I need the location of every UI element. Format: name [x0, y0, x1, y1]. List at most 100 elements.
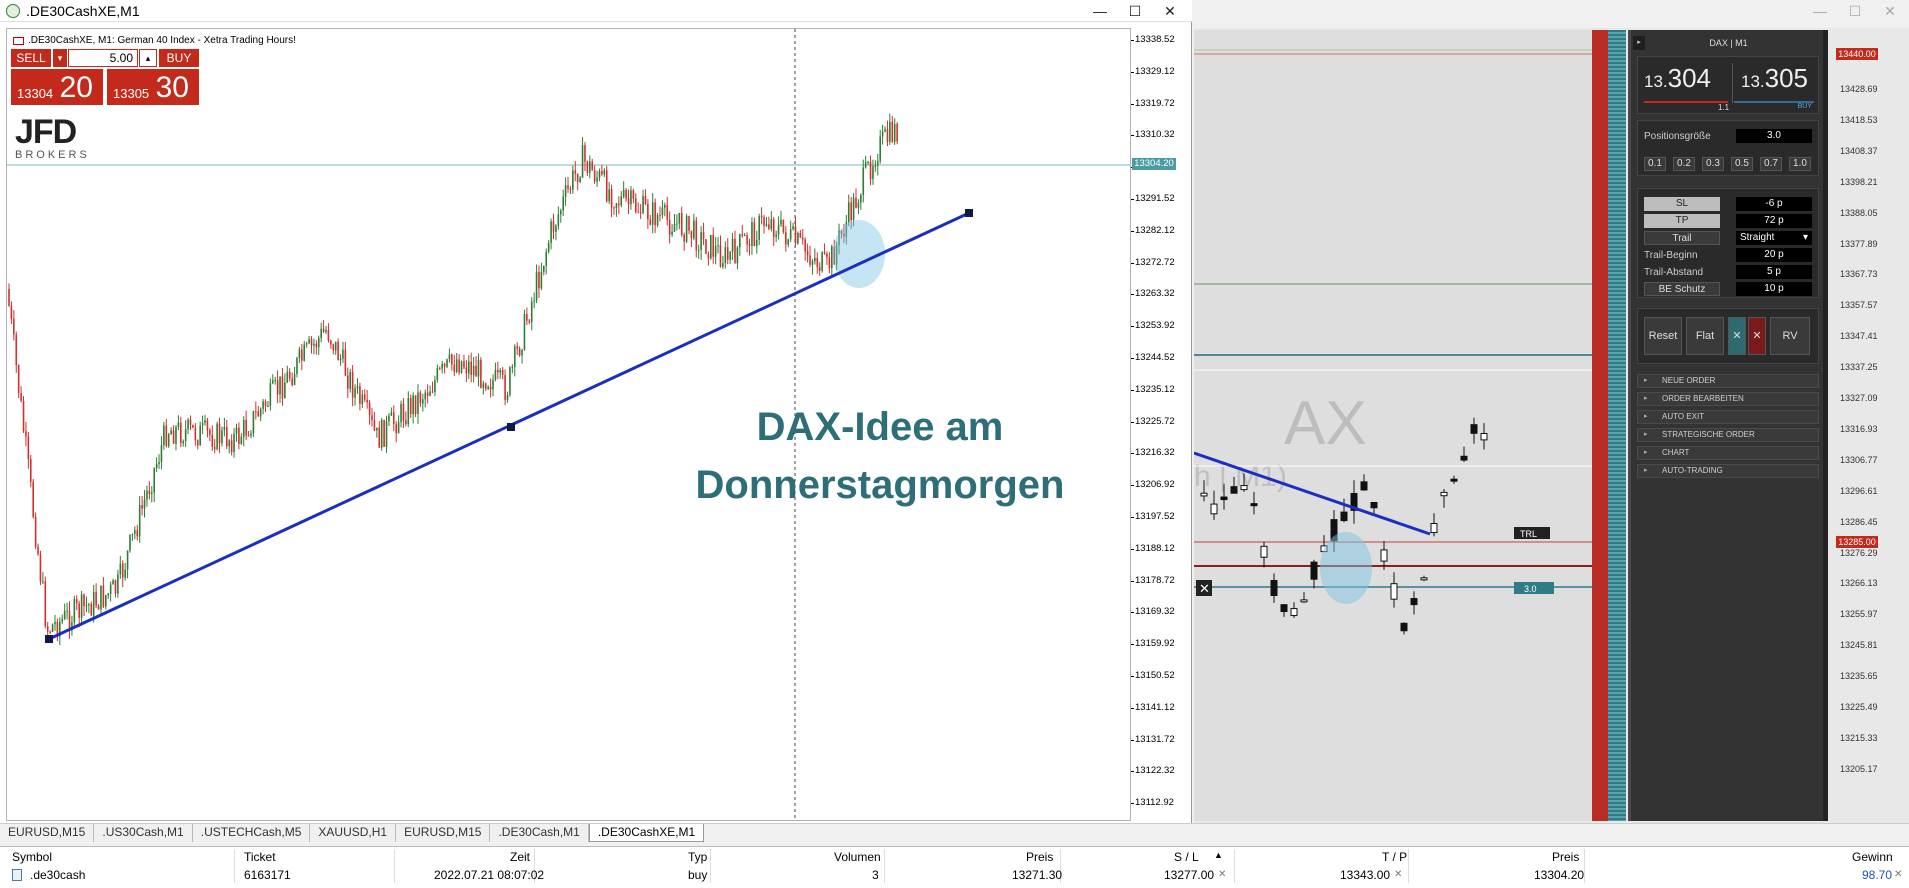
- candle-body: [255, 411, 257, 413]
- menu-chart[interactable]: CHART: [1637, 446, 1819, 460]
- tp-input[interactable]: 72 p: [1736, 214, 1812, 228]
- chart-tab[interactable]: .USTECHCash,M5: [193, 824, 311, 842]
- close-position-icon[interactable]: ✕: [1894, 869, 1902, 880]
- candle-body: [412, 395, 414, 415]
- sort-asc-icon[interactable]: ▲: [1214, 850, 1223, 860]
- menu-strategic-order[interactable]: STRATEGISCHE ORDER: [1637, 428, 1819, 442]
- price-chart-right[interactable]: AX h | M1) ✕ TRL 3.0: [1194, 30, 1592, 821]
- candle-body: [780, 219, 782, 225]
- lot-preset-0-2[interactable]: 0.2: [1673, 157, 1695, 171]
- menu-new-order[interactable]: NEUE ORDER: [1637, 374, 1819, 388]
- col-preis-current[interactable]: Preis: [1548, 849, 1583, 865]
- col-sl[interactable]: S / L: [1170, 849, 1203, 865]
- lot-preset-0-1[interactable]: 0.1: [1644, 157, 1666, 171]
- col-gewinn[interactable]: Gewinn: [1848, 849, 1897, 865]
- tp-toggle[interactable]: TP: [1644, 214, 1720, 228]
- candle-body: [564, 185, 567, 197]
- candle-body: [160, 445, 163, 462]
- menu-auto-exit[interactable]: AUTO EXIT: [1637, 410, 1819, 424]
- be-input[interactable]: 10 p: [1736, 282, 1812, 296]
- candle-body: [66, 610, 68, 612]
- col-tp[interactable]: T / P: [1378, 849, 1411, 865]
- ask-prefix: 13.: [1741, 72, 1765, 91]
- candle-body: [150, 492, 153, 495]
- chart-tab[interactable]: .DE30CashXE,M1: [588, 824, 705, 842]
- maximize-button[interactable]: ☐: [1117, 0, 1153, 22]
- be-toggle[interactable]: BE Schutz: [1644, 282, 1720, 296]
- candle-body: [613, 207, 615, 209]
- chart-tab[interactable]: EURUSD,M15: [0, 824, 95, 842]
- cell-symbol[interactable]: .de30cash: [26, 867, 89, 883]
- col-preis[interactable]: Preis: [1022, 849, 1057, 865]
- rv-button[interactable]: RV: [1770, 317, 1810, 355]
- close-button-right[interactable]: ✕: [1872, 0, 1908, 22]
- col-zeit[interactable]: Zeit: [506, 849, 534, 865]
- candle-body: [468, 361, 470, 374]
- reset-button[interactable]: Reset: [1644, 317, 1682, 355]
- candle-body: [354, 388, 356, 398]
- window-titlebar-right[interactable]: — ☐ ✕: [1194, 0, 1909, 28]
- position-size-section: Positionsgröße 3.0 0.1 0.2 0.3 0.5 0.7 1…: [1637, 120, 1819, 176]
- col-typ[interactable]: Typ: [684, 849, 711, 865]
- chart-tab[interactable]: .US30Cash,M1: [94, 824, 193, 842]
- candle-body: [492, 379, 494, 390]
- col-ticket[interactable]: Ticket: [240, 849, 280, 865]
- cell-tp[interactable]: 13343.00: [1336, 867, 1394, 883]
- candle-body: [547, 242, 550, 252]
- cell-typ: buy: [688, 868, 708, 882]
- sl-input[interactable]: -6 p: [1736, 197, 1812, 211]
- candle-body: [390, 412, 393, 416]
- lot-dropdown-icon[interactable]: ▾: [53, 49, 67, 67]
- trail-toggle[interactable]: Trail: [1644, 231, 1720, 245]
- close-button[interactable]: ✕: [1152, 0, 1188, 22]
- col-volumen[interactable]: Volumen: [830, 849, 885, 865]
- sell-price-major: 13304: [17, 86, 54, 101]
- sl-toggle[interactable]: SL: [1644, 197, 1720, 211]
- ask-quote[interactable]: 13.305: [1732, 63, 1822, 103]
- close-red-button[interactable]: ✕: [1748, 317, 1766, 355]
- menu-auto-trading[interactable]: AUTO-TRADING: [1637, 464, 1819, 478]
- cell-sl[interactable]: 13277.00: [1160, 867, 1218, 883]
- buy-price-button[interactable]: 13305 30: [107, 69, 199, 105]
- candle-body: [54, 621, 56, 625]
- price-axis-tick: 13122.32: [1131, 765, 1175, 777]
- sell-price-button[interactable]: 13304 20: [11, 69, 103, 105]
- candle-body: [557, 214, 560, 226]
- close-teal-button[interactable]: ✕: [1728, 317, 1746, 355]
- trail-distance-input[interactable]: 5 p: [1736, 265, 1812, 279]
- trail-mode-select[interactable]: Straight ▾: [1736, 231, 1812, 245]
- candle-body: [1440, 491, 1448, 497]
- candle-body: [555, 225, 557, 232]
- chart-tab[interactable]: XAUUSD,H1: [310, 824, 397, 842]
- lot-size-input[interactable]: 5.00: [68, 49, 138, 67]
- candle-body: [886, 129, 889, 142]
- trail-begin-label: Trail-Beginn: [1644, 250, 1698, 261]
- window-titlebar[interactable]: .DE30CashXE,M1 — ☐ ✕: [0, 0, 1192, 22]
- trail-begin-input[interactable]: 20 p: [1736, 248, 1812, 262]
- menu-edit-order[interactable]: ORDER BEARBEITEN: [1637, 392, 1819, 406]
- chart-tab[interactable]: EURUSD,M15: [396, 824, 491, 842]
- candle-body: [545, 251, 548, 266]
- lot-up-icon[interactable]: ▴: [139, 49, 157, 67]
- remove-sl-icon[interactable]: ✕: [1218, 869, 1226, 880]
- lot-preset-0-5[interactable]: 0.5: [1731, 157, 1753, 171]
- col-symbol[interactable]: Symbol: [8, 849, 56, 865]
- lot-preset-0-7[interactable]: 0.7: [1760, 157, 1782, 171]
- remove-tp-icon[interactable]: ✕: [1394, 869, 1402, 880]
- maximize-button-right[interactable]: ☐: [1837, 0, 1873, 22]
- price-axis-tick: 13235.12: [1131, 383, 1175, 395]
- candle-body: [339, 358, 342, 361]
- lot-preset-1-0[interactable]: 1.0: [1789, 157, 1811, 171]
- minimize-button[interactable]: —: [1082, 0, 1118, 22]
- price-axis-right-tick: 13316.93: [1840, 423, 1878, 434]
- flat-button[interactable]: Flat: [1686, 317, 1724, 355]
- lot-preset-0-3[interactable]: 0.3: [1702, 157, 1724, 171]
- minimize-button-right[interactable]: —: [1802, 0, 1838, 22]
- buy-button[interactable]: BUY: [159, 49, 199, 67]
- bid-quote[interactable]: 13.304: [1644, 63, 1734, 103]
- chart-tab[interactable]: .DE30Cash,M1: [490, 824, 589, 842]
- sell-button[interactable]: SELL: [11, 49, 51, 67]
- price-axis-tick: 13197.52: [1131, 511, 1175, 522]
- candle-body: [141, 505, 143, 509]
- position-size-input[interactable]: 3.0: [1736, 129, 1812, 143]
